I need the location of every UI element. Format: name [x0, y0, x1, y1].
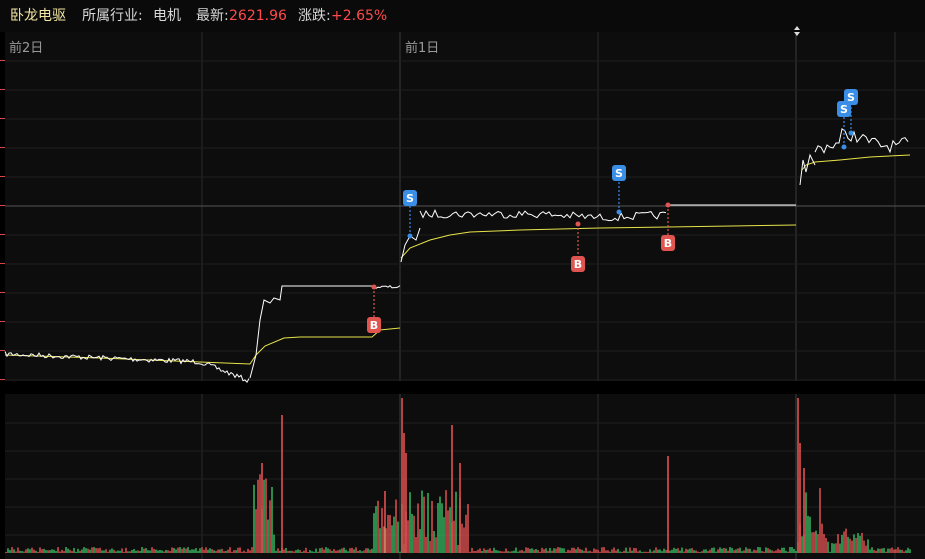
avg-price-lines — [4, 154, 911, 365]
sell-marker: S — [612, 165, 626, 215]
price-line — [799, 153, 816, 186]
expand-arrows-icon — [794, 26, 800, 36]
marker-dot — [407, 233, 413, 239]
marker-letter: S — [615, 167, 623, 180]
chart-canvas: BSBSBSS — [4, 26, 925, 559]
volume-bars — [5, 398, 911, 553]
sell-marker: S — [403, 190, 417, 239]
marker-letter: S — [847, 91, 855, 104]
marker-dot — [665, 202, 671, 208]
price-lines — [4, 127, 909, 384]
grid-lines — [5, 32, 925, 559]
marker-dot — [616, 209, 622, 215]
marker-letter: B — [664, 237, 672, 250]
price-line — [249, 285, 372, 379]
price-line — [814, 127, 909, 154]
marker-dot — [371, 284, 377, 290]
marker-dot — [848, 130, 854, 136]
marker-letter: S — [406, 192, 414, 205]
marker-dot — [841, 144, 847, 150]
price-line — [419, 209, 667, 222]
trade-markers: BSBSBSS — [367, 89, 858, 333]
price-line — [4, 351, 250, 384]
marker-letter: B — [370, 319, 378, 332]
marker-letter: B — [574, 258, 582, 271]
buy-marker: B — [367, 284, 381, 333]
marker-dot — [575, 221, 581, 227]
avg-line — [801, 154, 911, 171]
